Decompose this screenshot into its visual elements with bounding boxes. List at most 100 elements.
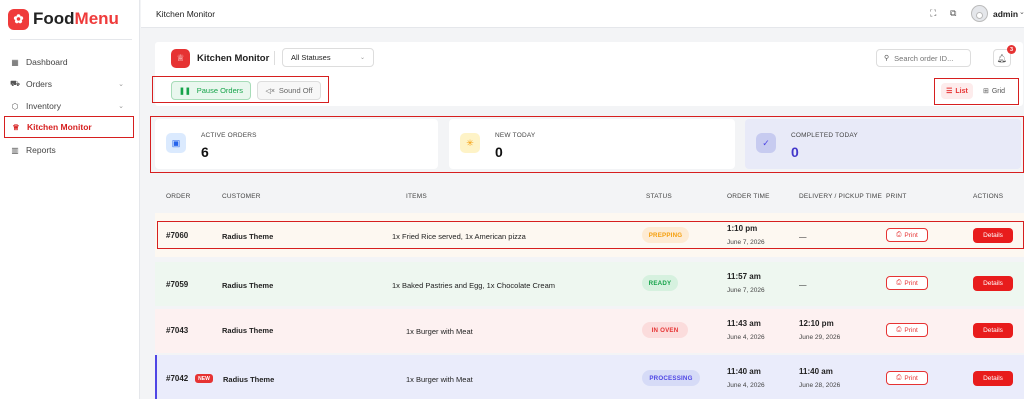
chevron-down-icon: ⌄: [118, 81, 124, 88]
box-icon: ⬡: [11, 101, 19, 111]
brand-name-part2: Menu: [74, 9, 119, 28]
print-label: Print: [904, 326, 918, 334]
speaker-muted-icon: ◁×: [265, 87, 275, 95]
grid-view-button[interactable]: ⊞ Grid: [977, 83, 1011, 99]
order-date: June 7, 2026: [727, 287, 765, 294]
column-header[interactable]: ACTIONS: [973, 193, 1003, 200]
list-view-label: List: [955, 87, 968, 95]
sidebar-item-label: Kitchen Monitor: [27, 122, 92, 132]
column-header[interactable]: ORDER: [166, 193, 190, 200]
search-input[interactable]: [894, 53, 965, 63]
column-header[interactable]: DELIVERY / PICKUP TIME: [799, 193, 882, 200]
order-items: 1x Baked Pastries and Egg, 1x Chocolate …: [392, 281, 556, 290]
sidebar-item-dashboard[interactable]: ▦ Dashboard: [4, 51, 134, 73]
sidebar-item-label: Reports: [26, 145, 56, 155]
column-header[interactable]: STATUS: [646, 193, 672, 200]
print-button[interactable]: ⎙ Print: [886, 371, 928, 385]
sidebar-item-inventory[interactable]: ⬡ Inventory ⌄: [4, 95, 134, 117]
bell-icon: 🔔︎: [996, 53, 1008, 63]
print-label: Print: [904, 279, 918, 287]
new-badge: NEW: [195, 374, 213, 383]
sidebar: ✿ FoodMenu ▦ Dashboard ⛟ Orders ⌄ ⬡ Inve…: [0, 0, 140, 399]
stat-value: 0: [495, 144, 503, 160]
status-badge: READY: [642, 275, 678, 291]
chevron-down-icon[interactable]: ⌄: [1019, 8, 1024, 16]
selected-row-highlight: [157, 221, 1024, 249]
sidebar-item-label: Dashboard: [26, 57, 68, 67]
sidebar-item-reports[interactable]: ▥ Reports: [4, 139, 134, 161]
printer-icon: ⎙: [896, 374, 902, 381]
order-id[interactable]: #7042: [166, 374, 188, 383]
order-id[interactable]: #7043: [166, 326, 188, 335]
dashboard-icon: ▦: [11, 57, 19, 67]
column-header[interactable]: PRINT: [886, 193, 907, 200]
status-badge: IN OVEN: [642, 322, 688, 338]
brand-logo[interactable]: ✿ FoodMenu: [8, 8, 119, 30]
user-name[interactable]: admin: [993, 9, 1018, 19]
order-time: 11:57 am: [727, 272, 761, 281]
chevron-down-icon: ⌄: [118, 103, 124, 110]
panel-title: Kitchen Monitor: [197, 53, 270, 64]
printer-icon: ⎙: [896, 326, 902, 333]
table-row[interactable]: #7059 Radius Theme 1x Baked Pastries and…: [155, 262, 1024, 306]
header-divider: [274, 51, 275, 65]
print-button[interactable]: ⎙ Print: [886, 323, 928, 337]
details-button[interactable]: Details: [973, 371, 1013, 386]
delivery-time: —: [799, 280, 807, 289]
customer-name: Radius Theme: [222, 326, 274, 335]
print-button[interactable]: ⎙ Print: [886, 276, 928, 290]
status-filter-value: All Statuses: [291, 53, 331, 62]
delivery-time: 12:10 pm: [799, 319, 834, 328]
order-date: June 4, 2026: [727, 382, 765, 389]
cart-icon: ⛟: [10, 79, 21, 88]
table-row[interactable]: #7043 Radius Theme 1x Burger with Meat I…: [155, 309, 1024, 353]
column-header[interactable]: ORDER TIME: [727, 193, 770, 200]
order-items: 1x Burger with Meat: [406, 375, 473, 384]
status-filter-select[interactable]: All Statuses ⌄: [282, 48, 374, 67]
chef-hat-icon: ♕: [12, 122, 20, 132]
sidebar-item-label: Inventory: [26, 101, 61, 111]
stat-value: 0: [791, 144, 799, 160]
delivery-date: June 29, 2026: [799, 334, 841, 341]
printer-icon: ⎙: [896, 279, 902, 286]
list-view-button[interactable]: ☰ List: [941, 83, 973, 99]
fullscreen-icon[interactable]: ⛶: [930, 8, 936, 19]
table-row[interactable]: #7042 NEW Radius Theme 1x Burger with Me…: [155, 355, 1024, 399]
stat-label: NEW TODAY: [495, 132, 536, 139]
notification-count-badge: 3: [1007, 45, 1016, 54]
sidebar-divider: [10, 39, 132, 40]
sidebar-item-kitchen-monitor[interactable]: ♕ Kitchen Monitor: [4, 116, 134, 138]
chevron-down-icon: ⌄: [359, 55, 365, 61]
column-header[interactable]: ITEMS: [406, 193, 427, 200]
stat-card-completed-today: ✓ COMPLETED TODAY 0: [745, 119, 1021, 169]
top-bar: Kitchen Monitor ⛶ ⧉ admin ⌄: [141, 0, 1024, 28]
details-button[interactable]: Details: [973, 323, 1013, 338]
order-time: 11:43 am: [727, 319, 761, 328]
status-badge: PROCESSING: [642, 370, 700, 386]
column-header[interactable]: CUSTOMER: [222, 193, 261, 200]
stat-label: COMPLETED TODAY: [791, 132, 858, 139]
sound-label: Sound Off: [278, 86, 313, 95]
order-search[interactable]: ⚲: [876, 49, 971, 67]
spinner-icon: ✳: [460, 133, 480, 153]
details-button[interactable]: Details: [973, 276, 1013, 291]
sidebar-item-label: Orders: [26, 79, 52, 89]
external-link-icon[interactable]: ⧉: [950, 8, 956, 19]
sound-toggle-button[interactable]: ◁× Sound Off: [257, 81, 321, 100]
clipboard-icon: ▣: [166, 133, 186, 153]
print-label: Print: [904, 374, 918, 382]
list-icon: ☰: [946, 88, 953, 95]
sidebar-item-orders[interactable]: ⛟ Orders ⌄: [4, 73, 134, 95]
avatar-head: [976, 12, 983, 19]
check-circle-icon: ✓: [756, 133, 776, 153]
avatar[interactable]: [971, 5, 988, 22]
brand-name-part1: Food: [33, 9, 75, 28]
pause-icon: ❚❚: [178, 87, 191, 95]
order-time: 11:40 am: [727, 367, 761, 376]
pause-orders-button[interactable]: ❚❚ Pause Orders: [171, 81, 251, 100]
page-title: Kitchen Monitor: [156, 9, 216, 19]
bar-chart-icon: ▥: [11, 145, 19, 155]
order-id[interactable]: #7059: [166, 280, 188, 289]
search-icon: ⚲: [884, 55, 890, 62]
food-logo-icon: ✿: [8, 8, 29, 30]
